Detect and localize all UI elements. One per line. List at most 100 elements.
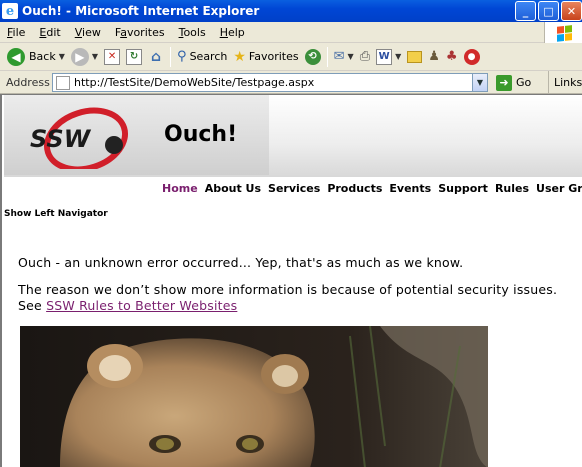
mail-icon: ✉ (333, 49, 345, 64)
favorites-button[interactable]: ★ Favorites (230, 45, 301, 69)
page-title: Ouch! (164, 122, 238, 147)
back-button[interactable]: ◀ Back ▼ (4, 45, 68, 69)
toolbar-separator (170, 46, 172, 67)
window-controls: _ □ ✕ (515, 1, 582, 21)
mail-button[interactable]: ✉ ▼ (331, 45, 357, 69)
lion-iris-left (156, 438, 174, 450)
forward-button[interactable]: ▶ ▼ (68, 45, 101, 69)
photo-art (20, 326, 488, 467)
favorites-icon: ★ (233, 48, 246, 65)
go-button[interactable]: ➜ Go (496, 73, 531, 92)
top-nav: Home About Us Services Products Events S… (162, 182, 582, 195)
research-icon: ♟ (428, 49, 440, 64)
folder-button[interactable] (404, 45, 425, 69)
show-left-navigator-link[interactable]: Show Left Navigator (4, 209, 108, 219)
menu-favorites[interactable]: Favorites (108, 26, 172, 39)
address-url[interactable]: http://TestSite/DemoWebSite/Testpage.asp… (74, 76, 314, 89)
menu-favorites-accel: a (120, 25, 127, 39)
error-message: Ouch - an unknown error occurred... Yep,… (18, 255, 464, 270)
security-message: The reason we don’t show more informatio… (18, 282, 578, 314)
logo-text: SSW (30, 125, 92, 153)
research-button[interactable]: ♟ (425, 45, 443, 69)
logo-ball (105, 136, 123, 154)
search-button[interactable]: ⚲ Search (174, 45, 230, 69)
page-icon (56, 75, 70, 90)
go-icon: ➜ (496, 74, 512, 91)
lion-ear-left-inner (99, 355, 131, 381)
links-label: Links (554, 76, 582, 89)
messenger-button[interactable]: ● (461, 45, 483, 69)
tool-icon: ♣ (445, 49, 458, 64)
address-input[interactable]: http://TestSite/DemoWebSite/Testpage.asp… (52, 73, 488, 92)
minimize-button[interactable]: _ (515, 1, 536, 21)
print-icon: ⎙ (359, 49, 371, 64)
menu-tools-rest: ools (183, 25, 206, 39)
messenger-icon: ● (463, 48, 480, 65)
nav-events[interactable]: Events (389, 182, 431, 195)
menu-help-rest: elp (227, 25, 245, 39)
history-button[interactable]: ⟲ (302, 45, 324, 69)
nav-products[interactable]: Products (327, 182, 382, 195)
page-content: SSW Ouch! Home About Us Services Product… (0, 94, 582, 467)
see-text: See (18, 298, 42, 313)
nav-rules[interactable]: Rules (495, 182, 529, 195)
ie-icon: e (2, 3, 18, 19)
edit-button[interactable]: W ▼ (373, 45, 404, 69)
menu-view-accel: V (74, 25, 83, 39)
search-icon: ⚲ (177, 49, 187, 64)
address-dropdown-icon[interactable]: ▼ (472, 74, 487, 91)
lion-ear-right-inner (272, 365, 298, 387)
refresh-button[interactable]: ↻ (123, 45, 145, 69)
menu-edit-rest: dit (46, 25, 61, 39)
address-bar: Address http://TestSite/DemoWebSite/Test… (0, 71, 582, 94)
menu-view[interactable]: View (68, 26, 108, 39)
menu-file[interactable]: File (0, 26, 32, 39)
menu-help[interactable]: Help (213, 26, 252, 39)
edit-dropdown-icon[interactable]: ▼ (395, 52, 401, 61)
edit-icon: W (376, 48, 393, 65)
nav-home[interactable]: Home (162, 182, 198, 195)
refresh-icon: ↻ (126, 48, 143, 65)
address-label: Address (6, 75, 50, 89)
toolbar: ◀ Back ▼ ▶ ▼ ✕ ↻ ⌂ ⚲ Search ★ Favorites … (0, 43, 582, 71)
security-message-text: The reason we don’t show more informatio… (18, 282, 558, 297)
menu-view-rest: iew (82, 25, 101, 39)
back-label: Back (29, 50, 56, 63)
lion-iris-right (242, 438, 258, 450)
go-label: Go (516, 76, 532, 89)
window-title: Ouch! - Microsoft Internet Explorer (22, 4, 260, 18)
toolbar-separator-2 (326, 46, 328, 67)
menu-tools[interactable]: Tools (172, 26, 213, 39)
mail-dropdown-icon[interactable]: ▼ (348, 52, 354, 61)
ssw-logo: SSW (30, 107, 129, 169)
stop-button[interactable]: ✕ (101, 45, 123, 69)
menu-bar: File Edit View Favorites Tools Help (0, 22, 582, 43)
links-button[interactable]: Links (548, 71, 582, 94)
forward-dropdown-icon[interactable]: ▼ (92, 52, 98, 61)
close-button[interactable]: ✕ (561, 1, 582, 21)
tool-button[interactable]: ♣ (443, 45, 461, 69)
menu-file-rest: ile (12, 25, 26, 39)
back-dropdown-icon[interactable]: ▼ (59, 52, 65, 61)
search-label: Search (189, 50, 228, 63)
forward-icon: ▶ (70, 47, 89, 66)
folder-icon (407, 50, 423, 63)
favorites-label: Favorites (248, 50, 299, 63)
maximize-button[interactable]: □ (538, 1, 559, 21)
home-icon: ⌂ (151, 48, 162, 65)
history-icon: ⟲ (304, 48, 321, 65)
title-bar[interactable]: e Ouch! - Microsoft Internet Explorer _ … (0, 0, 582, 22)
nav-support[interactable]: Support (438, 182, 488, 195)
print-button[interactable]: ⎙ (357, 45, 373, 69)
nav-services[interactable]: Services (268, 182, 320, 195)
stop-icon: ✕ (104, 48, 121, 65)
menu-edit[interactable]: Edit (32, 26, 67, 39)
nav-user-group[interactable]: User Group (536, 182, 582, 195)
menu-favorites-rest: vorites (126, 25, 165, 39)
menu-help-accel: H (219, 25, 228, 39)
windows-logo-icon (544, 22, 582, 43)
lioness-photo (20, 326, 488, 467)
ssw-rules-link[interactable]: SSW Rules to Better Websites (46, 298, 237, 313)
nav-about-us[interactable]: About Us (205, 182, 261, 195)
home-button[interactable]: ⌂ (145, 45, 167, 69)
